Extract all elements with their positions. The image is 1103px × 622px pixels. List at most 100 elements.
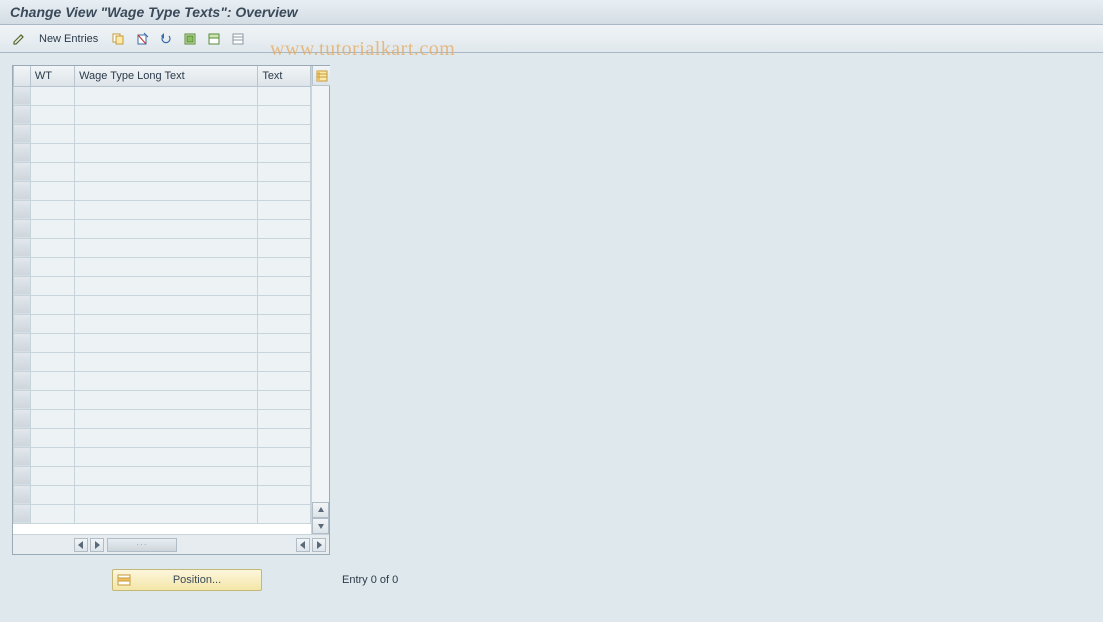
cell[interactable] (30, 371, 74, 390)
row-selector[interactable] (14, 371, 31, 390)
row-selector[interactable] (14, 200, 31, 219)
cell[interactable] (30, 314, 74, 333)
cell[interactable] (30, 219, 74, 238)
row-selector[interactable] (14, 86, 31, 105)
row-selector[interactable] (14, 428, 31, 447)
row-selector[interactable] (14, 181, 31, 200)
cell[interactable] (75, 504, 258, 523)
cell[interactable] (258, 219, 311, 238)
row-selector-header[interactable] (14, 66, 31, 86)
cell[interactable] (75, 409, 258, 428)
cell[interactable] (75, 219, 258, 238)
cell[interactable] (30, 124, 74, 143)
row-selector[interactable] (14, 238, 31, 257)
select-all-button[interactable] (179, 29, 201, 49)
hscroll-right-button[interactable] (90, 538, 104, 552)
cell[interactable] (30, 485, 74, 504)
cell[interactable] (75, 276, 258, 295)
cell[interactable] (258, 371, 311, 390)
cell[interactable] (75, 105, 258, 124)
cell[interactable] (30, 181, 74, 200)
cell[interactable] (258, 143, 311, 162)
scroll-up-button[interactable] (312, 502, 329, 518)
horizontal-scrollbar[interactable]: ··· (13, 534, 329, 554)
cell[interactable] (30, 409, 74, 428)
row-selector[interactable] (14, 257, 31, 276)
cell[interactable] (75, 200, 258, 219)
cell[interactable] (75, 86, 258, 105)
cell[interactable] (75, 124, 258, 143)
cell[interactable] (258, 447, 311, 466)
cell[interactable] (75, 181, 258, 200)
cell[interactable] (75, 295, 258, 314)
undo-button[interactable] (155, 29, 177, 49)
new-entries-button[interactable]: New Entries (32, 29, 105, 49)
cell[interactable] (258, 390, 311, 409)
cell[interactable] (258, 200, 311, 219)
vertical-scrollbar[interactable] (311, 66, 329, 534)
row-selector[interactable] (14, 504, 31, 523)
cell[interactable] (30, 333, 74, 352)
cell[interactable] (30, 105, 74, 124)
column-wt[interactable]: WT (30, 66, 74, 86)
cell[interactable] (258, 314, 311, 333)
cell[interactable] (30, 143, 74, 162)
row-selector[interactable] (14, 219, 31, 238)
column-text[interactable]: Text (258, 66, 311, 86)
table-settings-button[interactable] (312, 66, 330, 86)
scroll-down-button[interactable] (312, 518, 329, 534)
select-block-button[interactable] (203, 29, 225, 49)
row-selector[interactable] (14, 352, 31, 371)
row-selector[interactable] (14, 124, 31, 143)
cell[interactable] (75, 314, 258, 333)
cell[interactable] (75, 257, 258, 276)
delete-button[interactable] (131, 29, 153, 49)
cell[interactable] (30, 257, 74, 276)
cell[interactable] (30, 428, 74, 447)
cell[interactable] (30, 86, 74, 105)
cell[interactable] (258, 257, 311, 276)
cell[interactable] (30, 447, 74, 466)
row-selector[interactable] (14, 314, 31, 333)
cell[interactable] (75, 238, 258, 257)
row-selector[interactable] (14, 162, 31, 181)
toggle-display-change-button[interactable] (8, 29, 30, 49)
row-selector[interactable] (14, 295, 31, 314)
cell[interactable] (30, 504, 74, 523)
cell[interactable] (75, 162, 258, 181)
hscroll-left-end-button[interactable] (296, 538, 310, 552)
vscroll-track[interactable] (312, 86, 329, 502)
cell[interactable] (30, 276, 74, 295)
cell[interactable] (30, 352, 74, 371)
copy-button[interactable] (107, 29, 129, 49)
cell[interactable] (75, 371, 258, 390)
cell[interactable] (75, 352, 258, 371)
cell[interactable] (75, 485, 258, 504)
cell[interactable] (258, 428, 311, 447)
column-long-text[interactable]: Wage Type Long Text (75, 66, 258, 86)
cell[interactable] (30, 200, 74, 219)
cell[interactable] (258, 485, 311, 504)
cell[interactable] (258, 238, 311, 257)
cell[interactable] (30, 390, 74, 409)
row-selector[interactable] (14, 143, 31, 162)
row-selector[interactable] (14, 409, 31, 428)
cell[interactable] (258, 276, 311, 295)
cell[interactable] (258, 181, 311, 200)
cell[interactable] (258, 124, 311, 143)
row-selector[interactable] (14, 333, 31, 352)
row-selector[interactable] (14, 276, 31, 295)
cell[interactable] (258, 162, 311, 181)
cell[interactable] (258, 352, 311, 371)
row-selector[interactable] (14, 390, 31, 409)
cell[interactable] (30, 295, 74, 314)
cell[interactable] (30, 466, 74, 485)
cell[interactable] (258, 466, 311, 485)
cell[interactable] (75, 390, 258, 409)
cell[interactable] (75, 333, 258, 352)
cell[interactable] (30, 162, 74, 181)
cell[interactable] (75, 143, 258, 162)
cell[interactable] (258, 504, 311, 523)
hscroll-thumb[interactable]: ··· (107, 538, 177, 552)
row-selector[interactable] (14, 485, 31, 504)
